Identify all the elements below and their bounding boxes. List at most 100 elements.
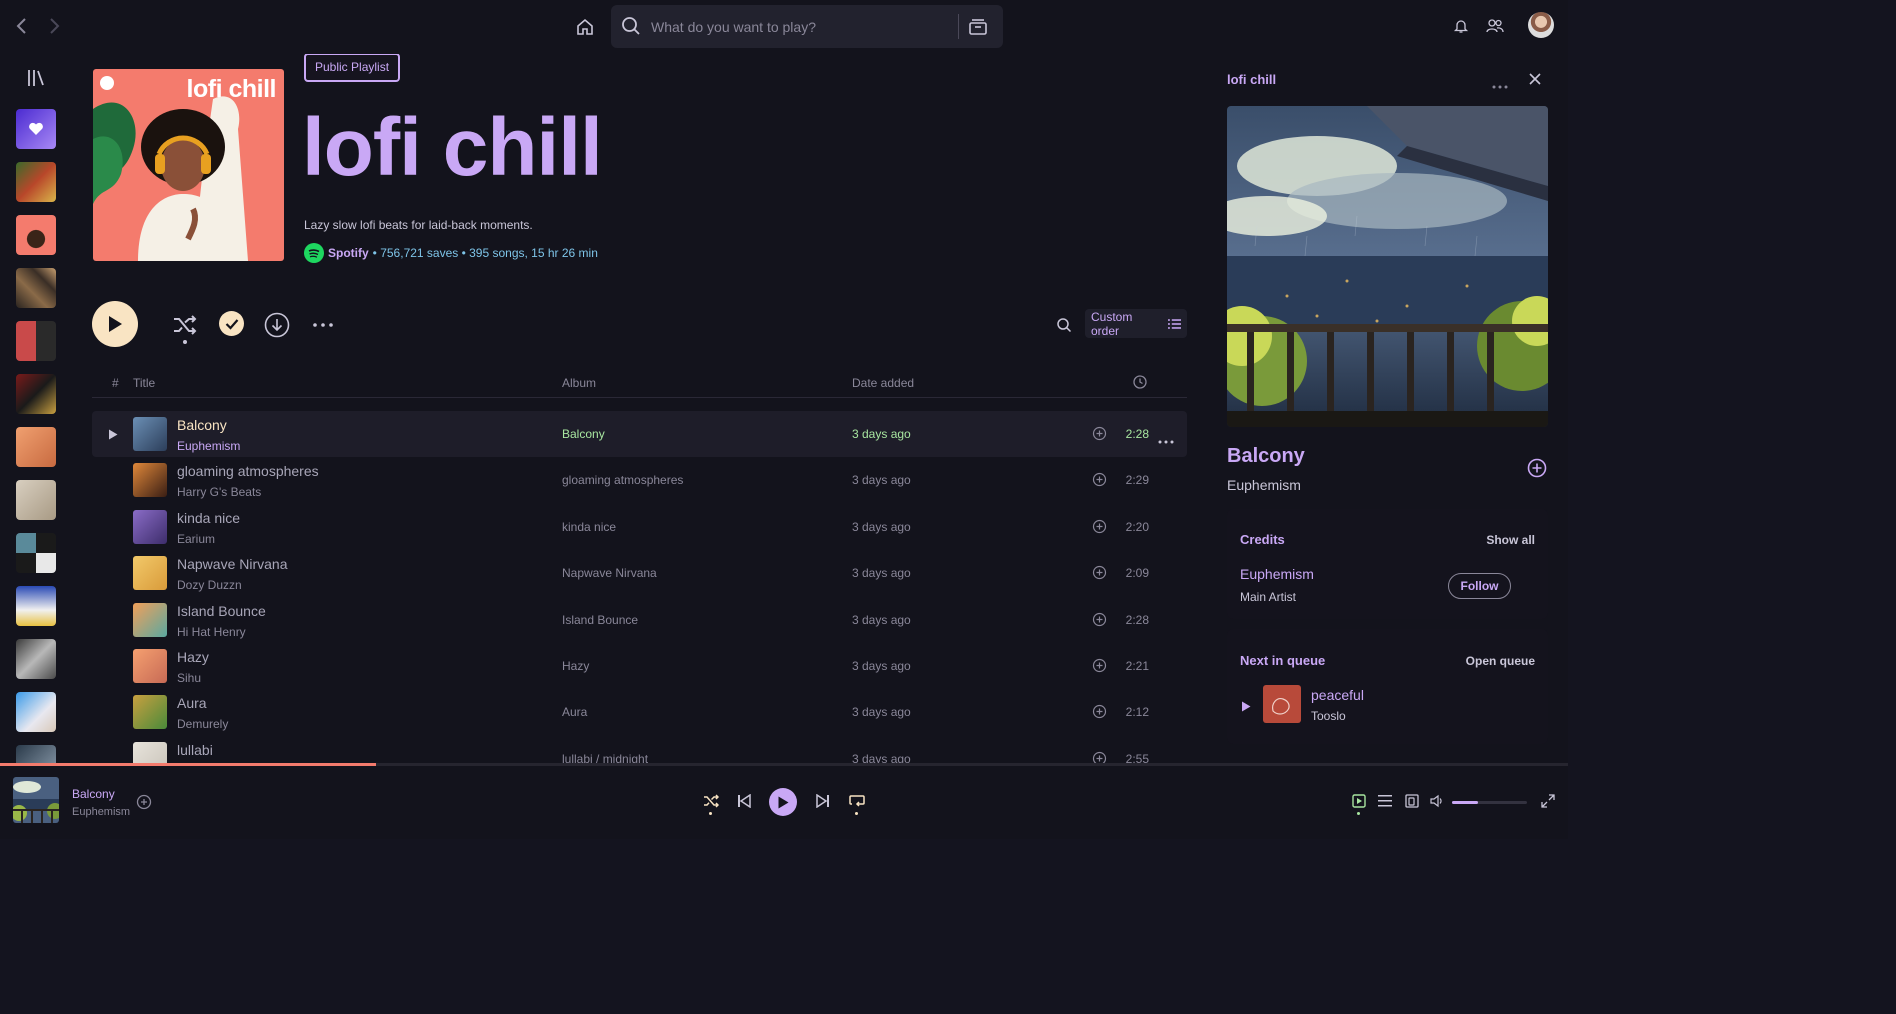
track-album[interactable]: gloaming atmospheres (562, 473, 683, 487)
connect-device-icon[interactable] (1403, 792, 1421, 810)
play-button[interactable] (92, 301, 138, 347)
previous-icon[interactable] (735, 792, 753, 810)
show-all-link[interactable]: Show all (1486, 533, 1535, 547)
download-button[interactable] (264, 312, 290, 338)
library-item-3[interactable] (16, 268, 56, 308)
search-in-playlist-button[interactable] (1051, 312, 1077, 338)
track-row[interactable]: lullabi lullabi / midnight 3 days ago 2:55 (92, 736, 1187, 764)
avatar[interactable] (1528, 12, 1554, 38)
track-album[interactable]: Island Bounce (562, 613, 638, 627)
add-track-icon[interactable] (1092, 519, 1107, 539)
track-artist[interactable]: Sihu (177, 671, 201, 685)
more-options-button[interactable] (310, 312, 336, 338)
fullscreen-icon[interactable] (1539, 792, 1557, 810)
playlist-owner[interactable]: Spotify (328, 246, 369, 260)
library-item-12[interactable] (16, 745, 56, 764)
track-artist[interactable]: Dozy Duzzn (177, 578, 242, 592)
track-title[interactable]: gloaming atmospheres (177, 463, 319, 479)
col-album[interactable]: Album (562, 376, 596, 390)
now-playing-view-icon[interactable] (1350, 792, 1368, 810)
track-title[interactable]: Napwave Nirvana (177, 556, 288, 572)
shuffle-button[interactable] (172, 312, 198, 344)
track-title[interactable]: Island Bounce (177, 603, 266, 619)
back-arrow-icon[interactable] (10, 14, 34, 38)
library-item-4[interactable] (16, 321, 56, 361)
row-play-icon[interactable] (108, 427, 118, 445)
library-item-6[interactable] (16, 427, 56, 467)
track-album[interactable]: Aura (562, 705, 587, 719)
track-row[interactable]: gloaming atmospheres Harry G's Beats gloam… (92, 457, 1187, 503)
track-artist[interactable]: Euphemism (177, 439, 240, 453)
track-row[interactable]: Napwave Nirvana Dozy Duzzn Napwave Nirvana… (92, 550, 1187, 596)
add-track-icon[interactable] (1092, 658, 1107, 678)
player-thumb[interactable] (13, 777, 59, 823)
track-artist[interactable]: Hi Hat Henry (177, 625, 246, 639)
add-track-icon[interactable] (1092, 472, 1107, 492)
search-input[interactable] (651, 5, 951, 48)
follow-button[interactable]: Follow (1448, 573, 1511, 599)
player-shuffle-icon[interactable] (702, 792, 720, 810)
next-icon[interactable] (814, 792, 832, 810)
row-more-icon[interactable] (1158, 431, 1174, 449)
bell-icon[interactable] (1450, 15, 1472, 37)
public-playlist-badge[interactable]: Public Playlist (304, 54, 401, 82)
liked-songs-item[interactable] (16, 109, 56, 149)
add-track-icon[interactable] (1092, 565, 1107, 585)
track-title[interactable]: Balcony (177, 417, 227, 433)
player-title[interactable]: Balcony (72, 787, 115, 801)
queue-artist[interactable]: Tooslo (1311, 709, 1346, 723)
library-icon[interactable] (26, 68, 46, 88)
queue-icon[interactable] (1376, 792, 1394, 810)
panel-title[interactable]: lofi chill (1227, 72, 1276, 87)
library-item-10[interactable] (16, 639, 56, 679)
add-track-icon[interactable] (1092, 426, 1107, 446)
now-playing-artist[interactable]: Euphemism (1227, 477, 1301, 493)
track-artist[interactable]: Earium (177, 532, 215, 546)
library-item-5[interactable] (16, 374, 56, 414)
add-track-icon[interactable] (1092, 612, 1107, 632)
clock-icon[interactable] (1133, 375, 1147, 392)
track-title[interactable]: Hazy (177, 649, 209, 665)
browse-icon[interactable] (967, 16, 991, 38)
track-artist[interactable]: Harry G's Beats (177, 485, 261, 499)
player-add-icon[interactable] (136, 794, 152, 815)
library-item-1[interactable] (16, 162, 56, 202)
saved-button[interactable] (219, 311, 244, 336)
track-row[interactable]: kinda nice Earium kinda nice 3 days ago 2:20 (92, 504, 1187, 550)
volume-icon[interactable] (1428, 792, 1446, 810)
add-track-icon[interactable] (1092, 704, 1107, 724)
library-item-11[interactable] (16, 692, 56, 732)
library-item-8[interactable] (16, 533, 56, 573)
track-row[interactable]: Balcony Euphemism Balcony 3 days ago 2:28 (92, 411, 1187, 457)
track-title[interactable]: Aura (177, 695, 207, 711)
now-playing-title[interactable]: Balcony (1227, 445, 1305, 468)
track-row[interactable]: Island Bounce Hi Hat Henry Island Bounce 3 … (92, 597, 1187, 643)
library-item-9[interactable] (16, 586, 56, 626)
home-icon[interactable] (570, 12, 600, 42)
library-item-7[interactable] (16, 480, 56, 520)
close-icon[interactable] (1529, 72, 1541, 90)
track-album[interactable]: Balcony (562, 427, 605, 441)
credit-artist[interactable]: Euphemism (1240, 566, 1314, 582)
queue-song[interactable]: peaceful (1311, 687, 1364, 703)
add-to-playlist-icon[interactable] (1527, 458, 1547, 483)
track-title[interactable]: lullabi (177, 742, 213, 758)
friends-icon[interactable] (1484, 15, 1506, 37)
open-queue-link[interactable]: Open queue (1466, 654, 1535, 668)
track-album[interactable]: kinda nice (562, 520, 616, 534)
repeat-icon[interactable] (848, 792, 866, 810)
track-row[interactable]: Aura Demurely Aura 3 days ago 2:12 (92, 689, 1187, 735)
track-artist[interactable]: Demurely (177, 717, 228, 731)
col-title[interactable]: Title (133, 376, 155, 390)
col-date-added[interactable]: Date added (852, 376, 914, 390)
queue-play-icon[interactable] (1241, 699, 1251, 717)
track-album[interactable]: Napwave Nirvana (562, 566, 657, 580)
track-row[interactable]: Hazy Sihu Hazy 3 days ago 2:21 (92, 643, 1187, 689)
panel-more-icon[interactable] (1492, 76, 1508, 94)
track-album[interactable]: Hazy (562, 659, 589, 673)
player-artist[interactable]: Euphemism (72, 806, 130, 818)
sort-dropdown[interactable]: Custom order (1085, 309, 1187, 338)
forward-arrow-icon[interactable] (42, 14, 66, 38)
library-item-lofi-chill[interactable] (16, 215, 56, 255)
track-title[interactable]: kinda nice (177, 510, 240, 526)
